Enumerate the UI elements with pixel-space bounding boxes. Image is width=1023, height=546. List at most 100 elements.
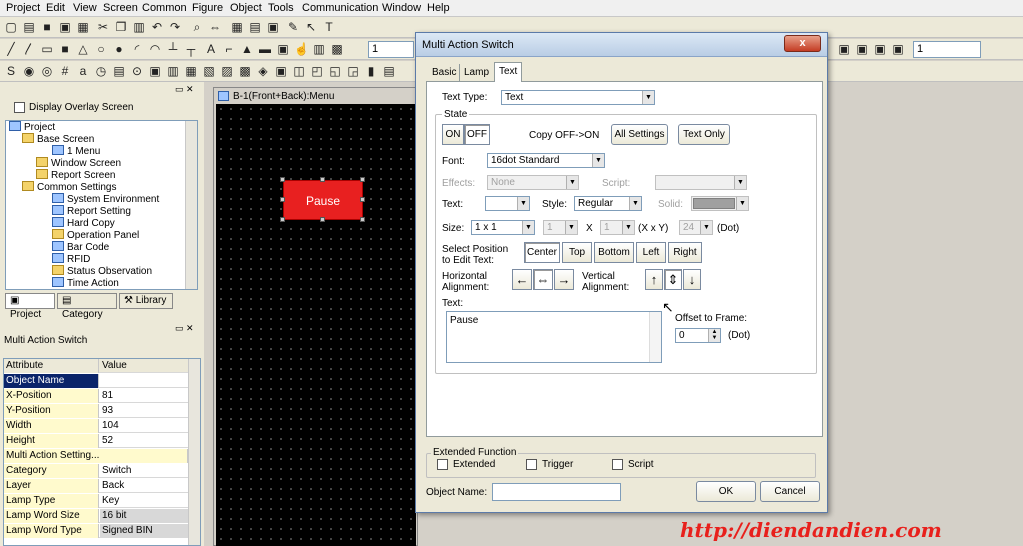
trend-icon[interactable]: ▨ [220, 64, 234, 78]
script-icon[interactable]: ◱ [328, 64, 342, 78]
align-center-icon[interactable]: ⇔ [533, 269, 553, 290]
table-row[interactable]: Lamp Type Key [4, 494, 188, 508]
alarm-icon[interactable]: ⊙ [130, 64, 144, 78]
menu-figure[interactable]: Figure [192, 2, 223, 14]
text-tool-icon[interactable]: T [322, 20, 336, 34]
open-folder-icon[interactable]: ▤ [22, 20, 36, 34]
tree-item[interactable]: Operation Panel [52, 229, 139, 241]
spin-arrows-icon[interactable]: ▲ ▼ [708, 329, 720, 342]
menu-help[interactable]: Help [427, 2, 450, 14]
dialog-titlebar[interactable]: Multi Action Switch x [416, 33, 827, 57]
bit-lamp-icon[interactable]: ◉ [22, 64, 36, 78]
tree-item[interactable]: Bar Code [52, 241, 109, 253]
scale-icon[interactable]: ┴ [166, 42, 180, 56]
undo-icon[interactable]: ↶ [150, 20, 164, 34]
tab-library[interactable]: ⚒ Library [119, 293, 173, 309]
table-row[interactable]: Lamp Word Size 16 bit [4, 509, 188, 523]
tree-item[interactable]: Hard Copy [52, 217, 115, 229]
table-row[interactable]: Category Switch [4, 464, 188, 478]
tree-scrollbar[interactable] [185, 121, 197, 289]
tab-lamp[interactable]: Lamp [459, 64, 493, 82]
pen-icon[interactable]: ✎ [286, 20, 300, 34]
menu-communication[interactable]: Communication [302, 2, 378, 14]
tab-text[interactable]: Text [494, 62, 523, 82]
resize-handle[interactable] [280, 177, 285, 182]
tab-basic[interactable]: Basic [428, 64, 460, 82]
resize-handle[interactable] [280, 197, 285, 202]
table-row[interactable]: Layer Back [4, 479, 188, 493]
zoom-icon[interactable]: ⌕ [190, 20, 204, 34]
paint-icon[interactable]: ⌐ [222, 42, 236, 56]
select-arrow-icon[interactable]: ↖ [304, 20, 318, 34]
tab-project[interactable]: ▣ Project [5, 293, 55, 320]
layer-all-icon[interactable]: ▣ [891, 42, 905, 56]
display-icon[interactable]: ▬ [258, 42, 272, 56]
offset-stepper[interactable]: 0 ▲ ▼ [675, 328, 721, 343]
panel-meter-icon[interactable]: ▣ [274, 64, 288, 78]
position-top-button[interactable]: Top [562, 242, 592, 263]
layer-back-icon[interactable]: ▣ [855, 42, 869, 56]
menu-common[interactable]: Common [142, 2, 187, 14]
lamp-icon[interactable]: ▣ [276, 42, 290, 56]
table-row[interactable]: Y-Position 93 [4, 404, 188, 418]
all-settings-button[interactable]: All Settings [611, 124, 668, 145]
text-a-icon[interactable]: A [204, 42, 218, 56]
line-icon[interactable]: ╱ [4, 42, 18, 56]
resize-handle[interactable] [320, 177, 325, 182]
tab-category[interactable]: ▤ Category [57, 293, 117, 320]
table-row[interactable]: Lamp Word Type Signed BIN [4, 524, 188, 538]
tree-item[interactable]: Time Action [52, 277, 119, 289]
scatter-icon[interactable]: ◲ [346, 64, 360, 78]
pipe-icon[interactable]: ◰ [310, 64, 324, 78]
cut-icon[interactable]: ✂ [96, 20, 110, 34]
align-left-icon[interactable]: ← [512, 269, 532, 290]
menu-edit[interactable]: Edit [46, 2, 65, 14]
display-overlay-checkbox[interactable] [14, 102, 25, 113]
props-scrollbar[interactable] [188, 359, 200, 545]
menu-project[interactable]: Project [6, 2, 40, 14]
chart-icon[interactable]: ▮ [364, 64, 378, 78]
ascii-display-icon[interactable]: a [76, 64, 90, 78]
text-color-select[interactable]: ▼ [485, 196, 530, 211]
pause-switch-object[interactable]: Pause [283, 180, 363, 220]
tree-item[interactable]: Report Setting [52, 205, 131, 217]
object-name-input[interactable] [492, 483, 621, 501]
text-only-button[interactable]: Text Only [678, 124, 730, 145]
tree-item[interactable]: Status Observation [52, 265, 152, 277]
style-select[interactable]: Regular ▼ [574, 196, 642, 211]
text-scrollbar[interactable] [649, 312, 661, 362]
tree-item[interactable]: System Environment [52, 193, 159, 205]
word-lamp-icon[interactable]: ◎ [40, 64, 54, 78]
bar-graph-icon[interactable]: ▩ [238, 64, 252, 78]
menu-view[interactable]: View [73, 2, 97, 14]
numeric-display-icon[interactable]: # [58, 64, 72, 78]
align-middle-icon[interactable]: ⇕ [664, 269, 682, 290]
arrow-lr-icon[interactable]: ⇔ [208, 20, 222, 34]
table-row[interactable]: Height 52 [4, 434, 188, 448]
image-icon[interactable]: ▲ [240, 42, 254, 56]
save-icon[interactable]: ■ [40, 20, 54, 34]
resize-handle[interactable] [360, 177, 365, 182]
screen-canvas[interactable] [216, 104, 416, 546]
close-button[interactable]: x [784, 35, 821, 52]
text-content-input[interactable]: Pause [446, 311, 662, 363]
position-left-button[interactable]: Left [636, 242, 666, 263]
table-row[interactable]: Object Name [4, 374, 188, 388]
switch-object-icon[interactable]: S [4, 64, 18, 78]
cancel-button[interactable]: Cancel [760, 481, 820, 502]
tree-item[interactable]: Project [9, 121, 55, 133]
position-bottom-button[interactable]: Bottom [594, 242, 634, 263]
state-on-button[interactable]: ON [442, 124, 464, 145]
level-icon[interactable]: ◫ [292, 64, 306, 78]
rectangle-icon[interactable]: ▭ [40, 42, 54, 56]
resize-handle[interactable] [320, 217, 325, 222]
table-row[interactable]: X-Position 81 [4, 389, 188, 403]
redo-icon[interactable]: ↷ [168, 20, 182, 34]
part-icon[interactable]: ▩ [330, 42, 344, 56]
copy-icon[interactable]: ❐ [114, 20, 128, 34]
align-bottom-icon[interactable]: ↓ [683, 269, 701, 290]
polygon-icon[interactable]: △ [76, 42, 90, 56]
tree-item[interactable]: Report Screen [36, 169, 115, 181]
save-all-icon[interactable]: ▣ [58, 20, 72, 34]
props-controls-icon[interactable]: ▭ ✕ [175, 323, 194, 334]
